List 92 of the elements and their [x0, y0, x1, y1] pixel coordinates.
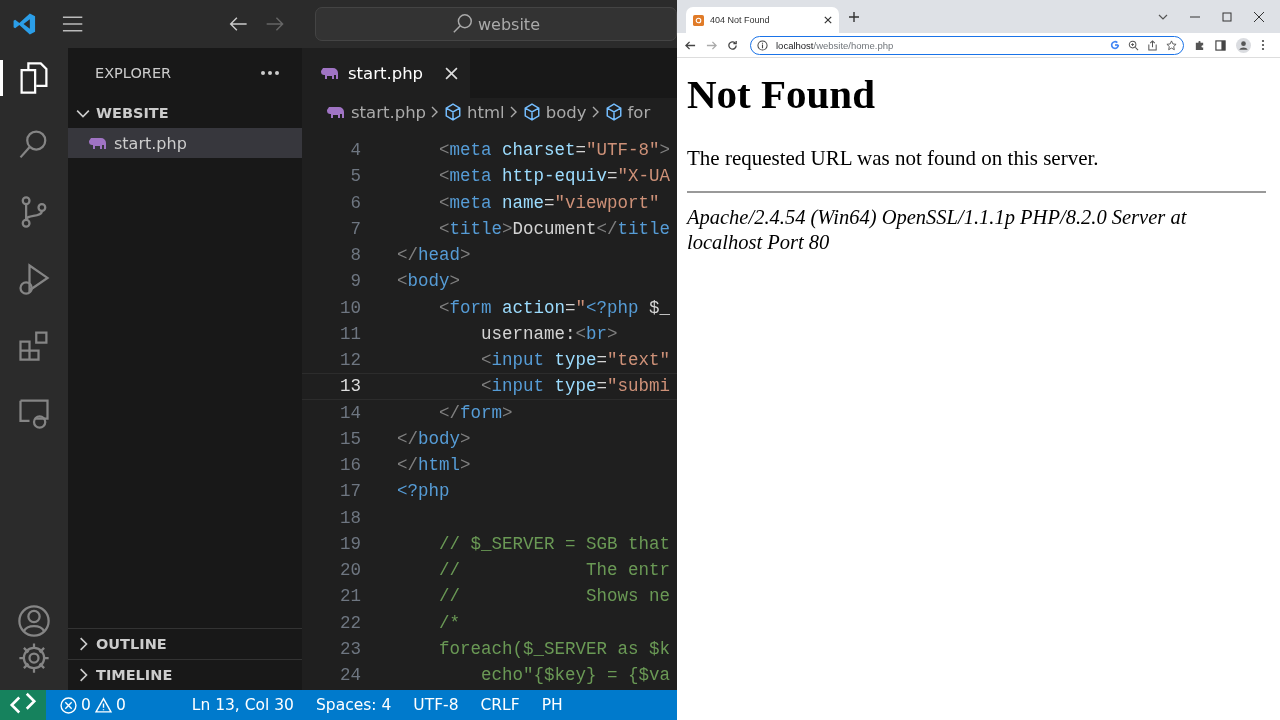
code-line: </form> — [438, 402, 513, 423]
status-item[interactable]: CRLF — [480, 696, 520, 714]
code-line: // Shows ne — [438, 586, 671, 607]
code-line: <form action="<?php $_ — [438, 297, 671, 318]
more-icon[interactable] — [260, 70, 280, 76]
breadcrumb-item[interactable]: html — [467, 102, 505, 122]
elephant-icon — [88, 136, 108, 150]
status-item[interactable]: UTF-8 — [413, 696, 459, 714]
cube-icon — [604, 103, 623, 121]
line-number: 22 — [339, 612, 361, 633]
search-field[interactable]: website — [315, 7, 677, 41]
code-line: <title>Document</title — [438, 218, 671, 239]
back-arrow-icon[interactable] — [685, 39, 696, 51]
chevron-down-icon[interactable] — [1158, 13, 1168, 20]
line-number: 21 — [339, 586, 361, 607]
elephant-icon — [326, 105, 346, 119]
code-line: /* — [438, 612, 460, 633]
info-icon — [757, 39, 768, 51]
warning-icon — [94, 696, 112, 714]
puzzle-icon[interactable] — [1194, 39, 1205, 51]
chevron-icon — [431, 106, 440, 118]
profile-icon[interactable] — [1236, 37, 1251, 53]
panel-title: EXPLORER — [95, 65, 172, 81]
status-item[interactable]: PH — [541, 696, 563, 714]
remote-icon[interactable] — [0, 690, 46, 720]
line-number: 11 — [339, 323, 361, 344]
more-icon[interactable] — [1261, 39, 1265, 51]
cube-icon — [444, 103, 463, 121]
code-line: <body> — [397, 271, 461, 292]
line-number: 13 — [339, 376, 361, 397]
line-number: 6 — [349, 192, 361, 213]
close-icon[interactable] — [824, 16, 832, 24]
line-number: 12 — [339, 350, 361, 371]
line-number: 15 — [339, 428, 361, 449]
code-line: <meta http-equiv="X-UA — [438, 166, 671, 187]
line-number: 19 — [339, 533, 361, 554]
line-number: 9 — [349, 271, 361, 292]
share-icon[interactable] — [1147, 39, 1158, 51]
code-line: <?php — [397, 481, 450, 502]
breadcrumb-item[interactable]: for — [627, 102, 651, 122]
cube-icon — [522, 103, 541, 121]
line-number: 14 — [339, 402, 361, 423]
line-number: 4 — [349, 140, 361, 161]
code-line: // $_SERVER = SGB that — [438, 533, 671, 554]
line-number: 23 — [339, 638, 361, 659]
new-tab-icon[interactable] — [849, 11, 859, 22]
code-line: <input type="text" — [480, 350, 671, 371]
line-number: 20 — [339, 560, 361, 581]
line-number: 10 — [339, 297, 361, 318]
zoom-icon[interactable] — [1128, 39, 1139, 51]
elephant-icon — [320, 66, 340, 80]
line-number: 5 — [349, 166, 361, 187]
line-number: 8 — [349, 245, 361, 266]
line-number: 17 — [339, 481, 361, 502]
code-line: <meta charset="UTF-8"> — [438, 140, 671, 161]
editor-tab[interactable]: start.php — [302, 48, 471, 98]
chevron-icon — [591, 106, 600, 118]
code-line: </body> — [397, 428, 471, 449]
problems-status[interactable]: 0 0 — [60, 696, 126, 714]
error-icon — [60, 696, 77, 714]
chevron-icon — [509, 106, 518, 118]
browser-tab[interactable]: 404 Not Found — [686, 7, 839, 33]
code-line: // The entr — [438, 560, 671, 581]
code-line: <meta name="viewport" — [438, 192, 660, 213]
server-signature: Apache/2.4.54 (Win64) OpenSSL/1.1.1p PHP/8.2.0 Server at localhost Port 80 — [687, 205, 1188, 255]
line-number: 24 — [339, 665, 361, 686]
side-panel-icon[interactable] — [1215, 39, 1226, 51]
status-item[interactable]: Spaces: 4 — [316, 696, 392, 714]
code-line: echo"{$key} = {$va — [480, 665, 671, 686]
favicon-icon — [693, 14, 704, 26]
code-line: foreach($_SERVER as $k — [438, 638, 671, 659]
code-line: username:<br> — [480, 323, 618, 344]
code-line: <input type="submi — [480, 376, 671, 397]
line-number: 7 — [349, 218, 361, 239]
star-icon[interactable] — [1166, 39, 1177, 51]
code-line: </html> — [397, 455, 471, 476]
status-item[interactable]: Ln 13, Col 30 — [191, 696, 294, 714]
logo-icon[interactable] — [1110, 40, 1120, 50]
reload-icon[interactable] — [727, 39, 738, 51]
search-icon — [452, 13, 474, 35]
line-number: 18 — [339, 507, 361, 528]
breadcrumb-item[interactable]: start.php — [351, 102, 427, 122]
app-logo-icon — [12, 11, 38, 37]
code-line: </head> — [397, 245, 471, 266]
close-icon[interactable] — [1254, 11, 1264, 22]
folder-header[interactable]: WEBSITE — [68, 98, 302, 128]
page-heading: Not Found — [687, 70, 876, 118]
breadcrumb-item[interactable]: body — [545, 102, 587, 122]
file-item[interactable]: start.php — [68, 128, 302, 158]
line-number: 16 — [339, 455, 361, 476]
maximize-icon[interactable] — [1222, 11, 1232, 22]
error-message: The requested URL was not found on this server. — [687, 146, 1100, 171]
